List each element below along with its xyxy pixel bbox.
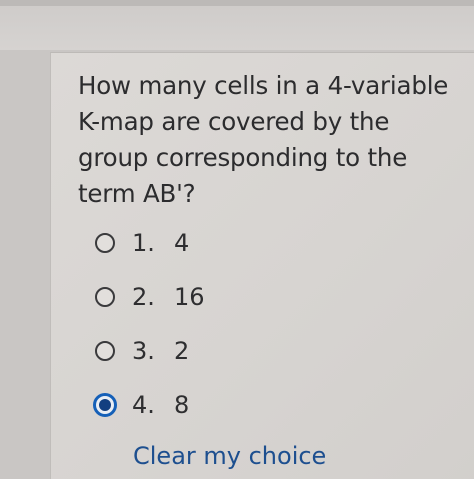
option-3[interactable]: 3. 2 — [95, 334, 189, 368]
question-text: How many cells in a 4-variable K-map are… — [78, 71, 449, 208]
radio-button-option-4-selected[interactable] — [93, 393, 117, 417]
option-1[interactable]: 1. 4 — [95, 226, 189, 260]
radio-button-option-1[interactable] — [95, 233, 115, 253]
radio-button-option-3[interactable] — [95, 341, 115, 361]
radio-button-option-2[interactable] — [95, 287, 115, 307]
option-value: 2 — [174, 337, 190, 365]
option-number: 1. — [132, 229, 155, 257]
option-number: 3. — [132, 337, 155, 365]
header-panel — [0, 6, 474, 50]
option-value: 4 — [174, 229, 190, 257]
option-number: 4. — [132, 391, 155, 419]
option-4[interactable]: 4. 8 — [93, 388, 190, 422]
clear-my-choice-link[interactable]: Clear my choice — [133, 442, 326, 470]
option-number: 2. — [132, 283, 155, 311]
option-value: 16 — [174, 283, 205, 311]
option-2[interactable]: 2. 16 — [95, 280, 205, 314]
option-value: 8 — [174, 391, 190, 419]
